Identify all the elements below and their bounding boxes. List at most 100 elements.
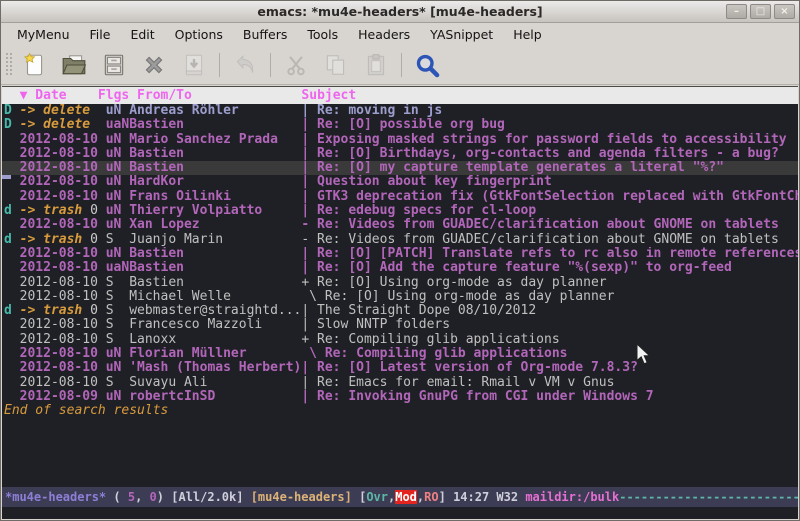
date-field: 2012-08-10 bbox=[20, 133, 106, 147]
subject-field: | Re: [O] [PATCH] Translate refs to rc a… bbox=[301, 247, 798, 261]
header-row[interactable]: d-> trash 0SJuanjo Marin- Re: Videos fro… bbox=[2, 233, 798, 247]
menu-item-mymenu[interactable]: MyMenu bbox=[7, 24, 80, 45]
from-field: Xan Lopez bbox=[129, 218, 301, 232]
mode-line-segment: maildir:/bulk bbox=[525, 490, 619, 504]
copy-button[interactable] bbox=[316, 49, 356, 81]
save-button[interactable] bbox=[94, 49, 134, 81]
undo-button[interactable] bbox=[225, 49, 265, 81]
menu-item-yasnippet[interactable]: YASnippet bbox=[420, 24, 503, 45]
fringe-cursor bbox=[2, 175, 11, 179]
close-x-icon bbox=[141, 52, 167, 78]
mode-line-segment: 0 bbox=[150, 490, 157, 504]
header-row[interactable]: 2012-08-10SMichael Welle \ Re: [O] Using… bbox=[2, 290, 798, 304]
search-icon bbox=[414, 52, 441, 79]
date-field: 2012-08-10 bbox=[20, 261, 106, 275]
menu-item-buffers[interactable]: Buffers bbox=[233, 24, 297, 45]
flags-field: uN bbox=[106, 133, 129, 147]
header-row[interactable]: 2012-08-10SLanoxx+ Re: Compiling glib ap… bbox=[2, 333, 798, 347]
open-folder-icon bbox=[61, 52, 87, 78]
from-field: Mario Sanchez Prada bbox=[129, 133, 301, 147]
header-row[interactable]: 2012-08-10uNMario Sanchez Prada| Exposin… bbox=[2, 133, 798, 147]
header-row[interactable]: 2012-08-10uaNBastien| Re: [O] Add the ca… bbox=[2, 261, 798, 275]
menu-item-options[interactable]: Options bbox=[165, 24, 233, 45]
from-field: Juanjo Marin bbox=[129, 233, 301, 247]
flags-field: uN bbox=[106, 204, 129, 218]
window-controls: – □ × bbox=[726, 4, 795, 19]
header-row[interactable]: 2012-08-10uNXan Lopez- Re: Videos from G… bbox=[2, 218, 798, 232]
maximize-button[interactable]: □ bbox=[750, 4, 771, 19]
header-row[interactable]: d-> trash 0uNThierry Volpiatto| Re: edeb… bbox=[2, 204, 798, 218]
date-field: 2012-08-09 bbox=[20, 390, 106, 404]
header-line[interactable]: ▼ Date Flgs From/To Subject bbox=[2, 87, 798, 104]
mark-field: d bbox=[4, 204, 20, 218]
header-row[interactable]: 2012-08-10SBastien+ Re: [O] Using org-mo… bbox=[2, 276, 798, 290]
subject-field: | The Straight Dope 08/10/2012 bbox=[301, 304, 536, 318]
date-field: 2012-08-10 bbox=[20, 147, 106, 161]
header-row[interactable]: 2012-08-10uN'Mash (Thomas Herbert)| Re: … bbox=[2, 361, 798, 375]
header-row[interactable]: 2012-08-10uNFrans Oilinki| GTK3 deprecat… bbox=[2, 190, 798, 204]
header-row[interactable]: 2012-08-10uNFlorian Müllner \ Re: Compil… bbox=[2, 347, 798, 361]
header-row[interactable]: 2012-08-10SFrancesco Mazzoli| Slow NNTP … bbox=[2, 318, 798, 332]
menu-item-headers[interactable]: Headers bbox=[348, 24, 420, 45]
menu-item-tools[interactable]: Tools bbox=[297, 24, 348, 45]
subject-field: | Re: Emacs for email: Rmail v VM v Gnus bbox=[301, 376, 614, 390]
header-row[interactable]: D-> deleteuNAndreas Röhler| Re: moving i… bbox=[2, 104, 798, 118]
flags-field: uN bbox=[106, 147, 129, 161]
new-file-button[interactable] bbox=[14, 49, 54, 81]
paste-button[interactable] bbox=[356, 49, 396, 81]
close-buffer-button[interactable] bbox=[134, 49, 174, 81]
header-row[interactable]: D-> deleteuaNBastien| Re: [O] possible o… bbox=[2, 118, 798, 132]
header-row[interactable]: 2012-08-10uNBastien| Re: [O] Birthdays, … bbox=[2, 147, 798, 161]
from-field: Bastien bbox=[129, 161, 301, 175]
flags-field: S bbox=[106, 233, 129, 247]
close-button[interactable]: × bbox=[774, 4, 795, 19]
toolbar-grip-icon[interactable] bbox=[4, 51, 14, 79]
subject-field: | Re: Invoking GnuPG from CGI under Wind… bbox=[301, 390, 653, 404]
minibuffer[interactable] bbox=[2, 507, 798, 519]
save-as-icon bbox=[181, 52, 207, 78]
mode-line-segment: Mod bbox=[395, 490, 417, 504]
undo-icon bbox=[232, 52, 258, 78]
flags-field: uN bbox=[106, 247, 129, 261]
header-row[interactable]: 2012-08-09uNrobertcInSD| Re: Invoking Gn… bbox=[2, 390, 798, 404]
from-field: Florian Müllner bbox=[129, 347, 301, 361]
toolbar-separator bbox=[270, 53, 271, 77]
header-row[interactable]: 2012-08-10uNBastien| Re: [O] [PATCH] Tra… bbox=[2, 247, 798, 261]
menu-item-edit[interactable]: Edit bbox=[120, 24, 164, 45]
menubar: MyMenuFileEditOptionsBuffersToolsHeaders… bbox=[1, 23, 799, 46]
mode-line-segment: ) bbox=[157, 490, 171, 504]
subject-field: | Exposing masked strings for password f… bbox=[301, 133, 786, 147]
minimize-button[interactable]: – bbox=[726, 4, 747, 19]
emacs-window: emacs: *mu4e-headers* [mu4e-headers] – □… bbox=[0, 0, 800, 521]
flags-field: uN bbox=[106, 104, 129, 118]
open-file-button[interactable] bbox=[54, 49, 94, 81]
from-field: webmaster@straightd... bbox=[129, 304, 301, 318]
mode-line-segment: RO bbox=[424, 490, 438, 504]
subject-field: | Re: moving in js bbox=[301, 104, 442, 118]
flags-field: uN bbox=[106, 218, 129, 232]
subject-field: | Re: edebug specs for cl-loop bbox=[301, 204, 536, 218]
save-as-button[interactable] bbox=[174, 49, 214, 81]
subject-field: \ Re: [O] Using org-mode as day planner bbox=[301, 290, 614, 304]
from-field: Lanoxx bbox=[129, 333, 301, 347]
mode-line[interactable]: *mu4e-headers* ( 5, 0) [All/2.0k] [mu4e-… bbox=[2, 487, 798, 507]
date-field: 2012-08-10 bbox=[20, 190, 106, 204]
header-row[interactable]: 2012-08-10uNBastien| Re: [O] my capture … bbox=[2, 161, 798, 175]
date-field: 2012-08-10 bbox=[20, 376, 106, 390]
menu-item-help[interactable]: Help bbox=[503, 24, 552, 45]
header-row[interactable]: d-> trash 0Swebmaster@straightd...| The … bbox=[2, 304, 798, 318]
from-field: Suvayu Ali bbox=[129, 376, 301, 390]
flags-field: S bbox=[106, 333, 129, 347]
save-icon bbox=[101, 52, 127, 78]
mark-field: D bbox=[4, 104, 20, 118]
cut-button[interactable] bbox=[276, 49, 316, 81]
mode-line-segment: , bbox=[135, 490, 149, 504]
search-button[interactable] bbox=[407, 49, 447, 81]
header-row[interactable]: 2012-08-10SSuvayu Ali| Re: Emacs for ema… bbox=[2, 376, 798, 390]
from-field: Frans Oilinki bbox=[129, 190, 301, 204]
header-row[interactable]: 2012-08-10uNHardKor| Question about key … bbox=[2, 175, 798, 189]
menu-item-file[interactable]: File bbox=[80, 24, 121, 45]
cut-scissors-icon bbox=[283, 52, 309, 78]
copy-icon bbox=[323, 52, 349, 78]
flags-field: uN bbox=[106, 347, 129, 361]
